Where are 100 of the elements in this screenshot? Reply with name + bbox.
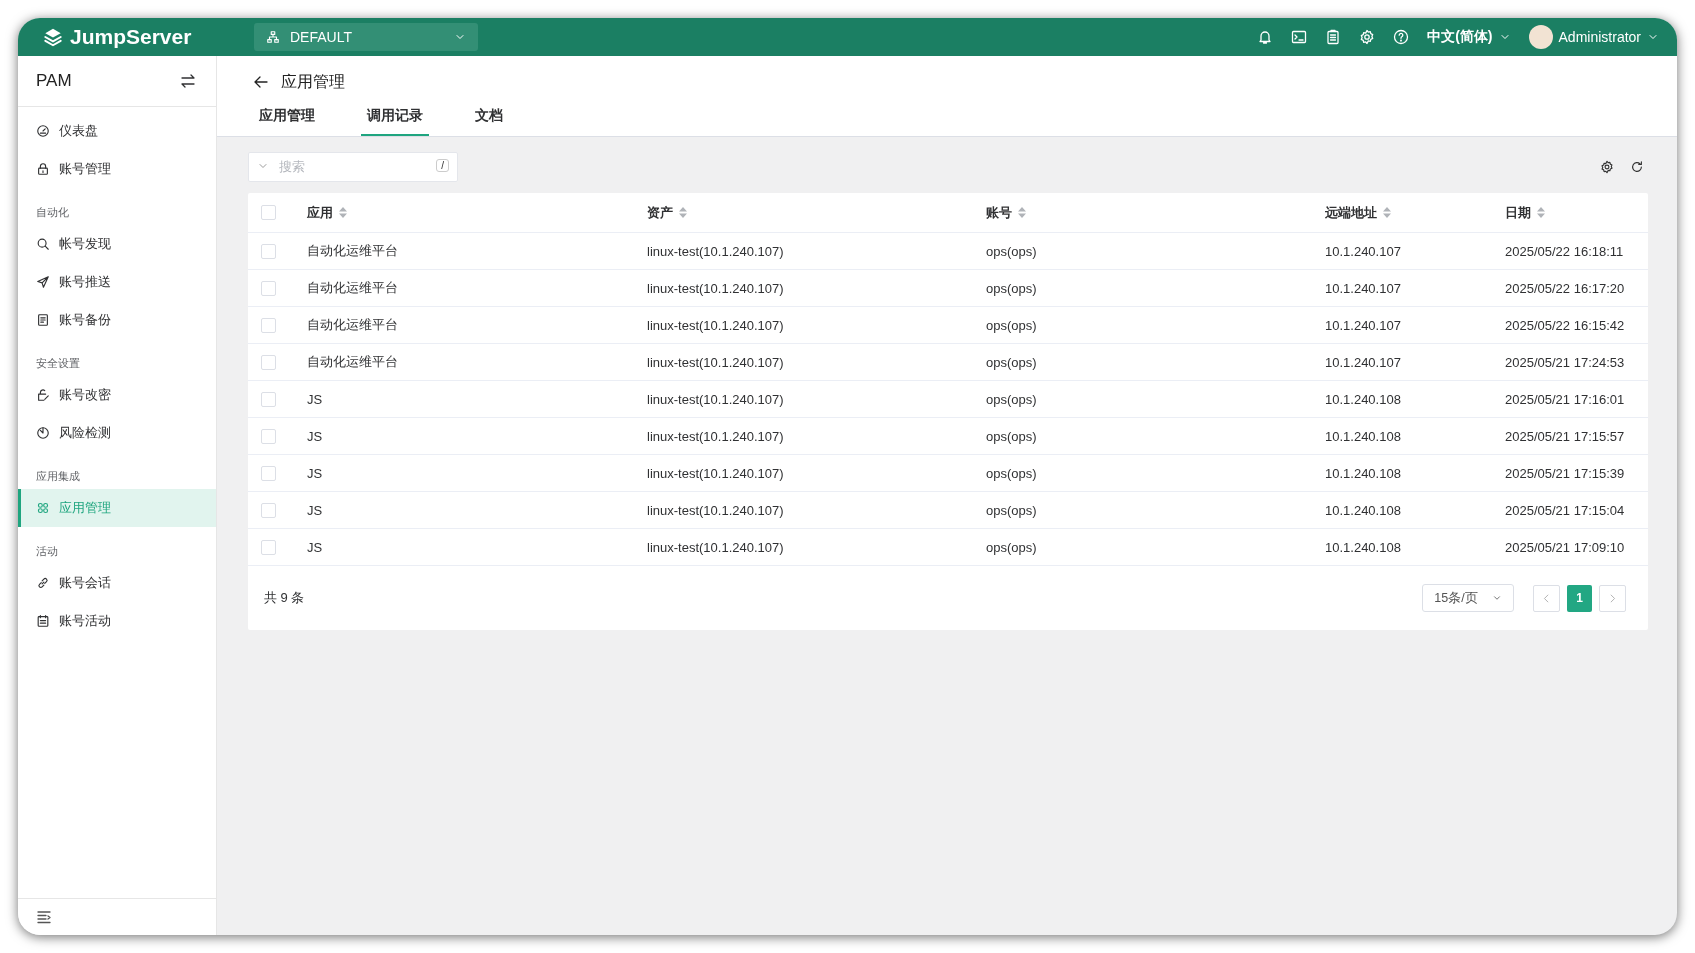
table-cell: 2025/05/22 16:18:11 — [1505, 243, 1624, 259]
table-cell: 10.1.240.108 — [1325, 539, 1401, 555]
sidebar-heading: 活动 — [35, 544, 59, 559]
table-cell: JS — [307, 428, 323, 444]
table-cell: linux-test(10.1.240.107) — [647, 502, 784, 518]
table-cell: ops(ops) — [986, 280, 1037, 296]
table-cell: JS — [307, 391, 323, 407]
bell-icon[interactable] — [1257, 29, 1274, 45]
tab[interactable]: 调用记录 — [361, 98, 429, 136]
table-cell: ops(ops) — [986, 465, 1037, 481]
table-cell: JS — [307, 465, 323, 481]
row-checkbox[interactable] — [261, 354, 276, 370]
table-cell: linux-test(10.1.240.107) — [647, 280, 784, 296]
table-cell: 10.1.240.108 — [1325, 391, 1401, 407]
sidebar-item[interactable]: 账号活动 — [18, 602, 216, 640]
row-checkbox[interactable] — [261, 243, 276, 259]
tab[interactable]: 应用管理 — [253, 98, 321, 136]
row-checkbox[interactable] — [261, 539, 276, 555]
row-checkbox[interactable] — [261, 502, 276, 518]
column-header[interactable]: 远端地址 — [1325, 203, 1377, 222]
row-checkbox[interactable] — [261, 391, 276, 407]
lock-edit-icon — [36, 388, 50, 402]
table-cell: 10.1.240.108 — [1325, 502, 1401, 518]
table-cell: linux-test(10.1.240.107) — [647, 391, 784, 407]
table-cell: ops(ops) — [986, 502, 1037, 518]
organization-select[interactable]: DEFAULT — [254, 23, 478, 51]
refresh-icon[interactable] — [1630, 159, 1644, 174]
total-count: 共 9 条 — [264, 589, 305, 607]
user-menu[interactable]: Administrator — [1528, 25, 1659, 49]
sidebar-item[interactable]: 风险检测 — [18, 414, 216, 452]
table-cell: linux-test(10.1.240.107) — [647, 428, 784, 444]
sidebar-heading: 自动化 — [35, 205, 70, 220]
previous-page-button[interactable] — [1533, 584, 1560, 612]
back-arrow-icon[interactable] — [253, 74, 269, 90]
shortcut-key: / — [436, 158, 449, 172]
select-all-checkbox[interactable] — [261, 205, 276, 220]
terminal-icon[interactable] — [1291, 29, 1308, 45]
table-cell: ops(ops) — [986, 391, 1037, 407]
sort-icon[interactable] — [679, 207, 687, 218]
column-header[interactable]: 日期 — [1505, 203, 1531, 222]
sort-icon[interactable] — [1018, 207, 1026, 218]
gauge-icon — [36, 124, 50, 138]
table-cell: ops(ops) — [986, 428, 1037, 444]
sidebar-item[interactable]: 帐号发现 — [18, 225, 216, 263]
sidebar-item[interactable]: 仪表盘 — [18, 112, 216, 150]
sidebar-title: PAM — [36, 71, 72, 91]
table-cell: 2025/05/21 17:15:57 — [1505, 428, 1625, 444]
row-checkbox[interactable] — [261, 280, 276, 296]
row-checkbox[interactable] — [261, 317, 276, 333]
table-cell: 10.1.240.107 — [1325, 280, 1401, 296]
column-header[interactable]: 应用 — [307, 203, 333, 222]
table-cell: linux-test(10.1.240.107) — [647, 465, 784, 481]
sidebar-item[interactable]: 账号备份 — [18, 301, 216, 339]
settings-icon[interactable] — [1359, 29, 1376, 45]
table-cell: 10.1.240.107 — [1325, 243, 1401, 259]
clipboard-list-icon[interactable] — [1325, 29, 1342, 45]
table-cell: 自动化运维平台 — [307, 243, 398, 258]
chevron-down-icon — [1491, 593, 1502, 603]
table-cell: 10.1.240.108 — [1325, 465, 1401, 481]
document-icon — [36, 313, 50, 327]
switch-icon[interactable] — [180, 73, 196, 89]
grid-icon — [36, 501, 50, 515]
sort-icon[interactable] — [1383, 207, 1391, 218]
table-cell: linux-test(10.1.240.107) — [647, 317, 784, 333]
sidebar-item[interactable]: 账号管理 — [18, 150, 216, 188]
next-page-button[interactable] — [1599, 584, 1626, 612]
calendar-list-icon — [36, 614, 50, 628]
table-cell: ops(ops) — [986, 539, 1037, 555]
table-cell: 2025/05/21 17:16:01 — [1505, 391, 1625, 407]
settings-icon[interactable] — [1600, 159, 1614, 174]
help-icon[interactable] — [1393, 29, 1410, 45]
row-checkbox[interactable] — [261, 465, 276, 481]
hierarchy-icon — [266, 30, 280, 44]
language-select[interactable]: 中文(简体) — [1427, 28, 1511, 46]
timer-icon — [36, 426, 50, 440]
table-cell: JS — [307, 502, 323, 518]
sidebar-heading: 安全设置 — [35, 356, 81, 371]
sidebar-item[interactable]: 账号推送 — [18, 263, 216, 301]
sidebar-item[interactable]: 账号改密 — [18, 376, 216, 414]
column-header[interactable]: 资产 — [647, 203, 673, 222]
table-cell: 10.1.240.108 — [1325, 428, 1401, 444]
lock-icon — [36, 162, 50, 176]
table-cell: JS — [307, 539, 323, 555]
tab[interactable]: 文档 — [469, 98, 509, 136]
logo-icon — [42, 26, 64, 48]
page-size-select[interactable]: 15条/页 — [1422, 584, 1514, 612]
table-cell: 2025/05/21 17:09:10 — [1505, 539, 1625, 555]
table-cell: 10.1.240.107 — [1325, 317, 1401, 333]
sort-icon[interactable] — [1537, 207, 1545, 218]
avatar — [1528, 25, 1553, 49]
table-cell: 2025/05/22 16:15:42 — [1505, 317, 1625, 333]
row-checkbox[interactable] — [261, 428, 276, 444]
sidebar-item[interactable]: 账号会话 — [18, 564, 216, 602]
table-cell: linux-test(10.1.240.107) — [647, 354, 784, 370]
menu-icon[interactable] — [36, 909, 52, 925]
table-cell: linux-test(10.1.240.107) — [647, 539, 784, 555]
table-cell: linux-test(10.1.240.107) — [647, 243, 784, 259]
page-title: 应用管理 — [281, 71, 345, 92]
sort-icon[interactable] — [339, 207, 347, 218]
column-header[interactable]: 账号 — [986, 203, 1012, 222]
